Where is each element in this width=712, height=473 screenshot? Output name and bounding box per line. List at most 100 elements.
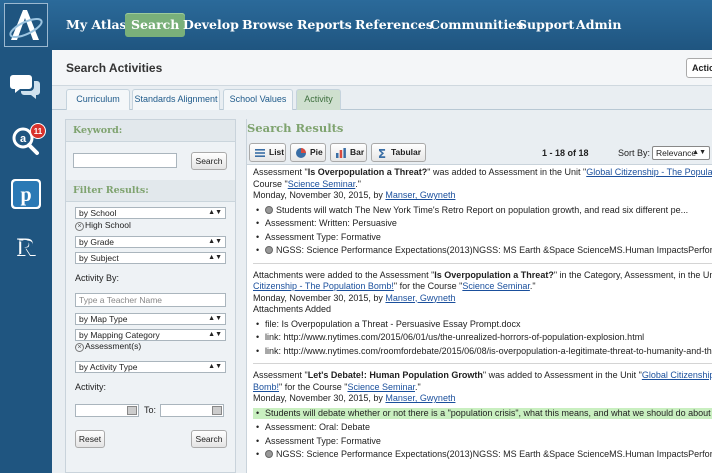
chevron-down-icon: ▲▼ <box>692 149 706 156</box>
tab-curriculum[interactable]: Curriculum <box>66 89 130 110</box>
gear-icon <box>265 205 273 214</box>
map-type-select[interactable]: by Map Type ▲▼ <box>75 313 226 325</box>
result-entry: Assessment "Let's Debate!: Human Populat… <box>253 370 712 461</box>
r-app-icon[interactable]: R R <box>10 230 42 262</box>
detail-item: Assessment: Written: Persuasive <box>253 218 712 230</box>
end-date-input[interactable] <box>160 404 224 417</box>
detail-item: file: Is Overpopulation a Threat - Persu… <box>253 319 712 331</box>
sigma-icon: Σ <box>378 147 386 159</box>
activity-type-select[interactable]: by Activity Type ▲▼ <box>75 361 226 373</box>
course-link[interactable]: Science Seminar <box>347 382 415 392</box>
svg-text:p: p <box>20 184 31 206</box>
school-select[interactable]: by School ▲▼ <box>75 207 226 219</box>
entry-text: ." <box>414 381 421 392</box>
entry-date: Monday, November 30, 2015, by <box>253 292 386 303</box>
notification-badge: 11 <box>30 123 46 139</box>
entry-text: Course " <box>253 178 288 189</box>
detail-text: Assessment: Oral: Debate <box>265 422 371 432</box>
entry-text: Assessment " <box>253 167 308 177</box>
author-link[interactable]: Manser, Gwyneth <box>385 293 455 303</box>
view-tabular-button[interactable]: Σ Tabular <box>371 143 426 162</box>
course-link[interactable]: Science Seminar <box>462 281 530 291</box>
school-chip[interactable]: × High School <box>75 220 131 231</box>
keyword-input[interactable] <box>73 153 177 168</box>
detail-item: Students will watch The New York Time's … <box>253 205 712 217</box>
gear-icon <box>265 246 273 254</box>
sort-select-value: Relevance <box>656 148 697 158</box>
entry-text: " for the Course " <box>393 281 463 291</box>
chevron-down-icon: ▲▼ <box>208 209 222 216</box>
bar-chart-icon <box>336 148 346 158</box>
nav-browse[interactable]: Browse <box>236 13 299 37</box>
attachments-label: Attachments Added <box>253 304 332 314</box>
entry-date-line: Monday, November 30, 2015, by Manser, Gw… <box>253 393 712 405</box>
entry-text: " in the Category, Assessment, in the Un… <box>553 269 712 280</box>
detail-text: NGSS: Science Performance Expectations(2… <box>276 449 712 459</box>
entry-details: file: Is Overpopulation a Threat - Persu… <box>253 319 712 358</box>
unit-link[interactable]: Bomb! <box>253 382 279 392</box>
nav-my-atlas[interactable]: My Atlas <box>60 13 133 37</box>
teacher-name-input[interactable]: Type a Teacher Name <box>75 293 226 307</box>
activity-date-label: Activity: <box>75 382 107 392</box>
detail-text: Students will debate whether or not ther… <box>265 407 712 418</box>
entry-course-line: Citizenship - The Population Bomb!" for … <box>253 281 712 293</box>
nav-admin[interactable]: Admin <box>570 13 628 37</box>
search-tabs: Curriculum Standards Alignment School Va… <box>52 86 712 110</box>
nav-reports[interactable]: Reports <box>291 13 358 37</box>
calendar-icon[interactable] <box>212 406 222 415</box>
keyword-search-button[interactable]: Search <box>191 152 227 170</box>
entry-date: Monday, November 30, 2015, by <box>253 393 386 403</box>
tab-activity[interactable]: Activity <box>296 89 341 110</box>
results-toolbar: List Pie Bar Σ Tabular 1 - 18 of 18 Sort… <box>247 141 712 165</box>
view-list-button[interactable]: List <box>249 143 286 162</box>
start-date-input[interactable] <box>75 404 139 417</box>
view-pie-button[interactable]: Pie <box>290 143 326 162</box>
detail-text: Assessment Type: Formative <box>265 435 381 446</box>
view-bar-button[interactable]: Bar <box>330 143 367 162</box>
pie-chart-icon <box>296 148 306 158</box>
entry-assessment-title: Is Overpopulation a Threat? <box>307 167 428 177</box>
page-header: Search Activities Actio <box>52 50 712 86</box>
author-link[interactable]: Manser, Gwyneth <box>385 190 455 200</box>
entry-text: ." <box>529 281 536 291</box>
nav-develop[interactable]: Develop <box>177 13 245 37</box>
atlas-logo[interactable] <box>4 3 48 47</box>
entry-summary: Assessment "Let's Debate!: Human Populat… <box>253 370 712 382</box>
mapping-category-select[interactable]: by Mapping Category ▲▼ <box>75 329 226 341</box>
entry-details: Students will watch The New York Time's … <box>253 205 712 257</box>
reset-button[interactable]: Reset <box>75 430 105 448</box>
svg-text:a: a <box>20 133 27 145</box>
view-list-label: List <box>269 147 285 157</box>
calendar-icon[interactable] <box>127 406 137 415</box>
results-count: 1 - 18 of 18 <box>542 148 589 158</box>
remove-icon[interactable]: × <box>75 343 84 352</box>
unit-link[interactable]: Global Citizenship - The Population Bomb… <box>586 167 712 177</box>
unit-link[interactable]: Global Citizenship - The Population <box>642 370 712 380</box>
subject-select-value: by Subject <box>79 253 119 263</box>
mapping-chip[interactable]: × Assessment(s) <box>75 341 141 352</box>
view-tabular-label: Tabular <box>391 147 422 157</box>
filter-search-button[interactable]: Search <box>191 430 227 448</box>
svg-text:Σ: Σ <box>378 147 386 159</box>
map-type-select-value: by Map Type <box>79 314 128 324</box>
subject-select[interactable]: by Subject ▲▼ <box>75 252 226 264</box>
entry-assessment-title: Let's Debate!: Human Population Growth <box>307 370 483 380</box>
tab-standards-alignment[interactable]: Standards Alignment <box>132 89 220 110</box>
entry-text: Assessment " <box>253 370 308 380</box>
tab-school-values[interactable]: School Values <box>223 89 293 110</box>
remove-icon[interactable]: × <box>75 222 84 231</box>
p-app-icon[interactable]: p <box>10 178 42 210</box>
chat-bubbles-icon[interactable] <box>10 70 42 102</box>
sort-select[interactable]: Relevance ▲▼ <box>652 146 710 160</box>
course-link[interactable]: Science Seminar <box>288 179 356 189</box>
actions-button[interactable]: Actio <box>686 58 712 78</box>
detail-text: NGSS: Science Performance Expectations(2… <box>276 245 712 255</box>
entry-summary: Assessment "Is Overpopulation a Threat?"… <box>253 167 712 179</box>
svg-text:R: R <box>19 235 36 260</box>
grade-select[interactable]: by Grade ▲▼ <box>75 236 226 248</box>
unit-link[interactable]: Citizenship - The Population Bomb! <box>253 281 394 291</box>
app-rail: a 11 p R R <box>0 50 52 473</box>
view-bar-label: Bar <box>350 147 365 157</box>
activity-type-select-value: by Activity Type <box>79 362 138 372</box>
author-link[interactable]: Manser, Gwyneth <box>385 393 455 403</box>
